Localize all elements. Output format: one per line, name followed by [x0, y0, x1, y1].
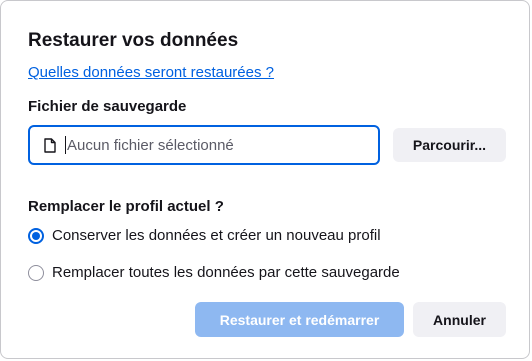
restore-dialog: Restaurer vos données Quelles données se… — [0, 0, 530, 359]
help-link[interactable]: Quelles données seront restaurées ? — [28, 64, 274, 81]
backup-file-label: Fichier de sauvegarde — [28, 98, 187, 115]
radio-button-unchecked[interactable] — [28, 264, 44, 281]
radio-option-keep-data[interactable]: Conserver les données et créer un nouvea… — [28, 227, 381, 244]
radio-button-checked[interactable] — [28, 227, 44, 244]
radio-option-replace-data[interactable]: Remplacer toutes les données par cette s… — [28, 264, 400, 281]
cancel-button[interactable]: Annuler — [413, 302, 506, 337]
file-icon — [38, 137, 62, 153]
text-caret — [65, 136, 66, 154]
replace-profile-label: Remplacer le profil actuel ? — [28, 198, 224, 215]
radio-option-label: Remplacer toutes les données par cette s… — [52, 264, 400, 281]
restore-restart-button[interactable]: Restaurer et redémarrer — [195, 302, 404, 337]
browse-button[interactable]: Parcourir... — [393, 128, 506, 162]
radio-option-label: Conserver les données et créer un nouvea… — [52, 227, 381, 244]
backup-file-field[interactable]: Aucun fichier sélectionné — [28, 125, 380, 165]
file-placeholder: Aucun fichier sélectionné — [67, 136, 234, 154]
dialog-title: Restaurer vos données — [28, 30, 239, 51]
